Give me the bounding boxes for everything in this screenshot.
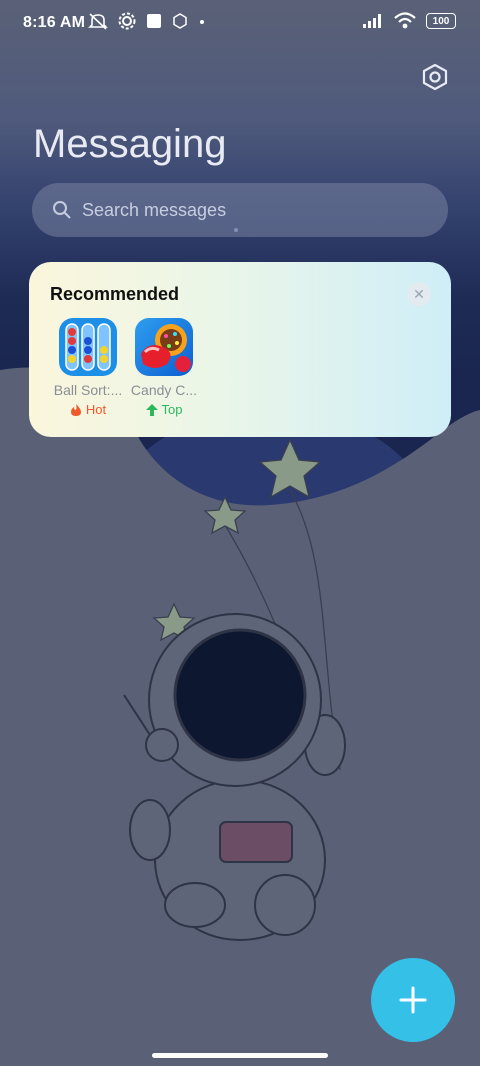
status-time: 8:16 AM — [23, 14, 86, 31]
app-name: Candy C... — [130, 382, 198, 398]
ball-sort-app-icon — [59, 318, 117, 376]
new-message-button[interactable] — [371, 958, 455, 1042]
arrow-up-icon — [145, 403, 158, 416]
search-icon — [53, 201, 71, 219]
candy-app-icon — [135, 318, 193, 376]
mute-icon — [88, 13, 108, 30]
close-icon[interactable]: ✕ — [407, 282, 431, 306]
signal-icon — [363, 14, 381, 28]
flame-icon — [70, 403, 81, 416]
status-bar: 8:16 AM 100 — [0, 0, 480, 48]
settings-button[interactable] — [418, 60, 452, 94]
recommended-heading: Recommended — [50, 284, 180, 304]
status-icons-left — [88, 12, 206, 30]
square-icon — [147, 14, 161, 28]
search-bar[interactable]: Search messages — [32, 183, 448, 237]
gear-icon — [118, 12, 136, 30]
settings-hex-icon — [422, 63, 448, 91]
battery-level: 100 — [432, 15, 450, 27]
recommended-app-ball-sort[interactable]: Ball Sort:... Hot — [49, 318, 127, 417]
badge-icon — [173, 13, 187, 29]
app-tag: Top — [125, 402, 203, 417]
wifi-icon — [394, 12, 416, 29]
app-name: Ball Sort:... — [53, 382, 123, 398]
app-tag-label: Hot — [85, 402, 107, 417]
search-placeholder: Search messages — [82, 199, 227, 220]
status-icons-right: 100 — [362, 12, 456, 30]
page-title: Messaging — [33, 122, 227, 166]
dot-icon — [200, 20, 204, 24]
recommended-card: Recommended ✕ Ball Sort:... Hot Candy C.… — [29, 262, 451, 437]
home-indicator[interactable] — [152, 1053, 328, 1058]
recommended-app-candy[interactable]: Candy C... Top — [125, 318, 203, 417]
plus-icon — [399, 986, 427, 1014]
battery-icon: 100 — [426, 13, 456, 29]
app-tag-label: Top — [161, 402, 183, 417]
app-tag: Hot — [49, 402, 127, 417]
